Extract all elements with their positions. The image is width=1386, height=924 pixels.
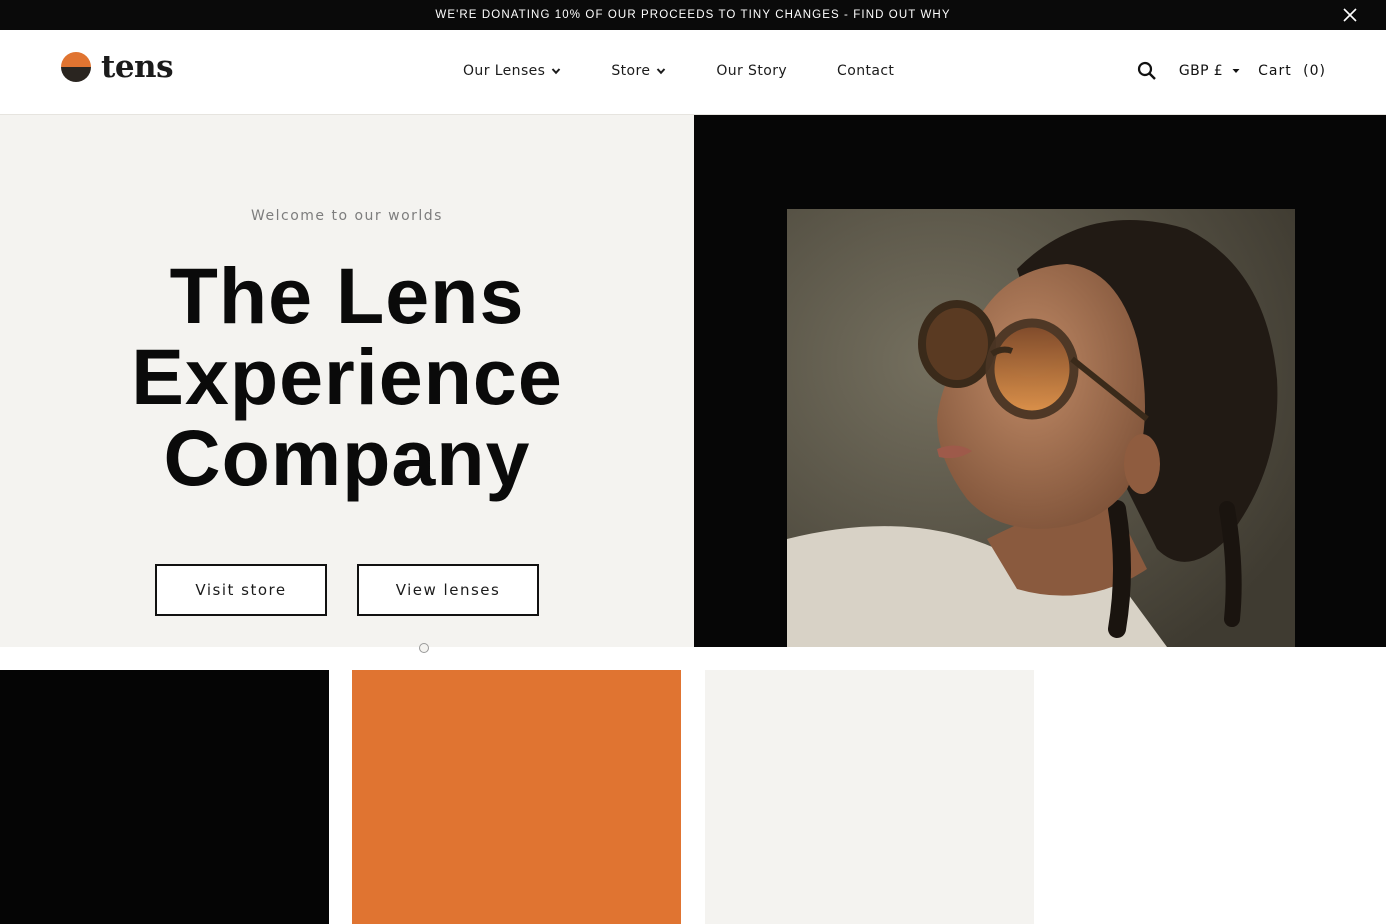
- currency-label: GBP £: [1178, 63, 1224, 79]
- hero-title: The Lens Experience Company: [0, 255, 694, 498]
- hero-title-line: Experience: [131, 332, 563, 421]
- hero-title-line: Company: [163, 413, 531, 502]
- hero-title-line: The Lens: [169, 251, 525, 340]
- caret-down-icon: [1232, 69, 1240, 73]
- visit-store-button[interactable]: Visit store: [155, 564, 327, 616]
- scroll-indicator[interactable]: [419, 643, 429, 653]
- nav-item-store[interactable]: Store: [611, 63, 666, 79]
- logo-wordmark: tens: [101, 49, 174, 85]
- nav-item-contact[interactable]: Contact: [837, 63, 894, 79]
- category-tile-black[interactable]: [0, 670, 329, 924]
- site-header: tens Our Lenses Store Our Story Contact …: [0, 30, 1386, 115]
- nav-item-our-story[interactable]: Our Story: [716, 63, 787, 79]
- nav-item-our-lenses[interactable]: Our Lenses: [463, 63, 561, 79]
- header-actions: GBP £ Cart (0): [1137, 61, 1326, 81]
- search-icon[interactable]: [1137, 61, 1157, 81]
- logo[interactable]: tens: [61, 49, 174, 85]
- hero-kicker: Welcome to our worlds: [251, 208, 443, 224]
- logo-mark-icon: [61, 52, 91, 82]
- view-lenses-button[interactable]: View lenses: [357, 564, 539, 616]
- currency-selector[interactable]: GBP £: [1179, 63, 1240, 79]
- category-tile-cream[interactable]: [705, 670, 1034, 924]
- hero-photo: [787, 209, 1295, 647]
- main-nav: Our Lenses Store Our Story Contact: [463, 63, 944, 79]
- chevron-down-icon: [552, 68, 561, 75]
- nav-item-label: Our Story: [716, 63, 788, 79]
- chevron-down-icon: [657, 68, 666, 75]
- category-tile-orange[interactable]: [352, 670, 681, 924]
- hero-text-panel: Welcome to our worlds The Lens Experienc…: [0, 115, 694, 653]
- cart-link[interactable]: Cart (0): [1258, 63, 1326, 79]
- cart-label: Cart: [1258, 63, 1292, 79]
- close-icon[interactable]: [1340, 5, 1360, 25]
- hero-image-panel: [694, 115, 1386, 647]
- announcement-text[interactable]: WE'RE DONATING 10% OF OUR PROCEEDS TO TI…: [435, 9, 950, 21]
- nav-item-label: Our Lenses: [463, 63, 546, 79]
- cart-count: (0): [1303, 63, 1326, 79]
- nav-item-label: Store: [611, 63, 651, 79]
- nav-item-label: Contact: [837, 63, 895, 79]
- announcement-bar[interactable]: WE'RE DONATING 10% OF OUR PROCEEDS TO TI…: [0, 0, 1386, 30]
